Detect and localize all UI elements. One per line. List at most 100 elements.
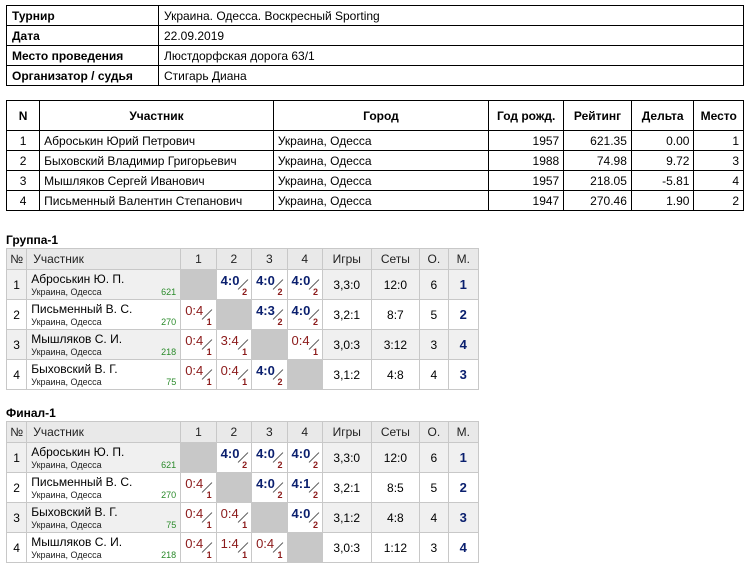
player-name: Мышляков С. И. [31, 535, 123, 549]
match-score: 4:3 [256, 303, 275, 318]
match-score: 4:0 [256, 446, 275, 461]
self-cell [251, 329, 288, 360]
match-score: 4:0 [256, 273, 275, 288]
player-city: Украина, Одесса [31, 287, 102, 297]
grid-row: 2 Письменный В. С. Украина, Одесса 270 0:4 1 4… [5, 299, 480, 330]
match-result: 0:4 1 [286, 329, 323, 360]
self-cell [215, 299, 253, 330]
match-points: 2 [312, 460, 318, 470]
place-value: 2 [447, 299, 480, 330]
grid-column-header: 2 [215, 248, 253, 270]
games-value: 3,0:3 [321, 532, 372, 563]
grid-column-header: Игры [321, 248, 372, 270]
place-number: 1 [459, 450, 467, 465]
match-result: 4:0 2 [251, 269, 288, 300]
player-name: Письменный В. С. [31, 475, 133, 489]
player-number: 4 [5, 359, 28, 390]
place-number: 4 [459, 540, 467, 555]
match-score: 4:0 [220, 273, 240, 288]
column-header: Город [272, 100, 490, 131]
match-points: 2 [312, 317, 318, 327]
self-cell [215, 472, 253, 503]
participant-row: 1 Аброськин Юрий Петрович Украина, Одесса 1… [5, 130, 744, 151]
points-value: 5 [419, 472, 449, 503]
player-name: Быховский В. Г. [31, 362, 118, 376]
info-row: Дата 22.09.2019 [6, 25, 744, 46]
player-rating: 218 [161, 347, 177, 357]
participant-cell: 74.98 [563, 150, 632, 171]
match-score: 0:4 [256, 536, 275, 551]
place-value: 4 [447, 329, 480, 360]
points-value: 6 [419, 442, 449, 473]
player-city: Украина, Одесса [31, 520, 102, 530]
match-result: 0:4 1 [180, 359, 217, 390]
info-key: Турнир [6, 5, 159, 26]
games-value: 3,3:0 [321, 269, 372, 300]
info-value: Люстдорфская дорога 63/1 [158, 45, 744, 66]
participant-row: 3 Мышляков Сергей Иванович Украина, Одесса… [5, 170, 744, 191]
match-points: 2 [277, 377, 283, 387]
player-number: 1 [5, 269, 28, 300]
column-header: Год рожд. [488, 100, 565, 131]
player-name: Мышляков С. И. [31, 332, 123, 346]
grid-column-header: Сеты [370, 248, 421, 270]
match-score: 1:4 [220, 536, 239, 551]
participant-cell: 1 [693, 130, 744, 151]
player-cell: Письменный В. С. Украина, Одесса 270 [26, 472, 182, 503]
info-value: Стигарь Диана [158, 65, 744, 86]
grid-column-header: 4 [286, 421, 323, 443]
sets-value: 3:12 [370, 329, 421, 360]
points-value: 5 [419, 299, 449, 330]
grid-column-header: О. [419, 421, 449, 443]
match-points: 2 [242, 460, 248, 470]
match-score: 4:0 [256, 476, 275, 491]
match-result: 4:0 2 [286, 502, 323, 533]
match-result: 0:4 1 [251, 532, 288, 563]
participant-cell: Аброськин Юрий Петрович [39, 130, 274, 151]
match-points: 2 [277, 490, 283, 500]
place-value: 2 [447, 472, 480, 503]
participant-row: 4 Письменный Валентин Степанович Украина, … [5, 190, 744, 211]
participant-cell: 3 [5, 170, 41, 191]
match-points: 1 [206, 347, 212, 357]
final-results-table: № Участник 1 2 3 4 Игры Сеты О. М. 1 Аброськин Ю. … [5, 421, 480, 563]
match-result: 0:4 1 [180, 532, 217, 563]
match-points: 2 [277, 287, 283, 297]
info-value: Украина. Одесса. Воскресный Sporting [158, 5, 744, 26]
player-city: Украина, Одесса [31, 377, 102, 387]
match-score: 4:0 [220, 446, 240, 461]
player-number: 2 [5, 472, 28, 503]
match-points: 2 [312, 287, 318, 297]
place-number: 4 [459, 337, 467, 352]
match-points: 2 [312, 520, 318, 530]
grid-column-header: Игры [321, 421, 372, 443]
match-points: 2 [277, 317, 283, 327]
info-row: Организатор / судья Стигарь Диана [6, 65, 744, 86]
match-points: 1 [312, 347, 318, 357]
participant-cell: 621.35 [563, 130, 632, 151]
info-key: Место проведения [6, 45, 159, 66]
column-header: Участник [39, 100, 274, 131]
player-city: Украина, Одесса [31, 347, 102, 357]
player-city: Украина, Одесса [31, 490, 102, 500]
place-number: 2 [459, 480, 467, 495]
participant-cell: Быховский Владимир Григорьевич [39, 150, 274, 171]
player-number: 2 [5, 299, 28, 330]
match-score: 3:4 [220, 333, 239, 348]
games-value: 3,1:2 [321, 359, 372, 390]
self-cell [286, 532, 323, 563]
player-name: Письменный В. С. [31, 302, 133, 316]
grid-column-header: 1 [180, 421, 217, 443]
match-result: 4:0 2 [251, 359, 288, 390]
match-points: 1 [242, 377, 248, 387]
points-value: 4 [419, 502, 449, 533]
match-points: 1 [206, 317, 212, 327]
self-cell [180, 442, 217, 473]
grid-column-header: 3 [251, 421, 288, 443]
participant-cell: 270.46 [563, 190, 632, 211]
participants-table: N Участник Город Год рожд. Рейтинг Дельта Мест… [5, 100, 744, 211]
player-number: 3 [5, 502, 28, 533]
match-points: 1 [206, 377, 212, 387]
match-score: 4:0 [291, 446, 311, 461]
match-points: 1 [277, 550, 283, 560]
